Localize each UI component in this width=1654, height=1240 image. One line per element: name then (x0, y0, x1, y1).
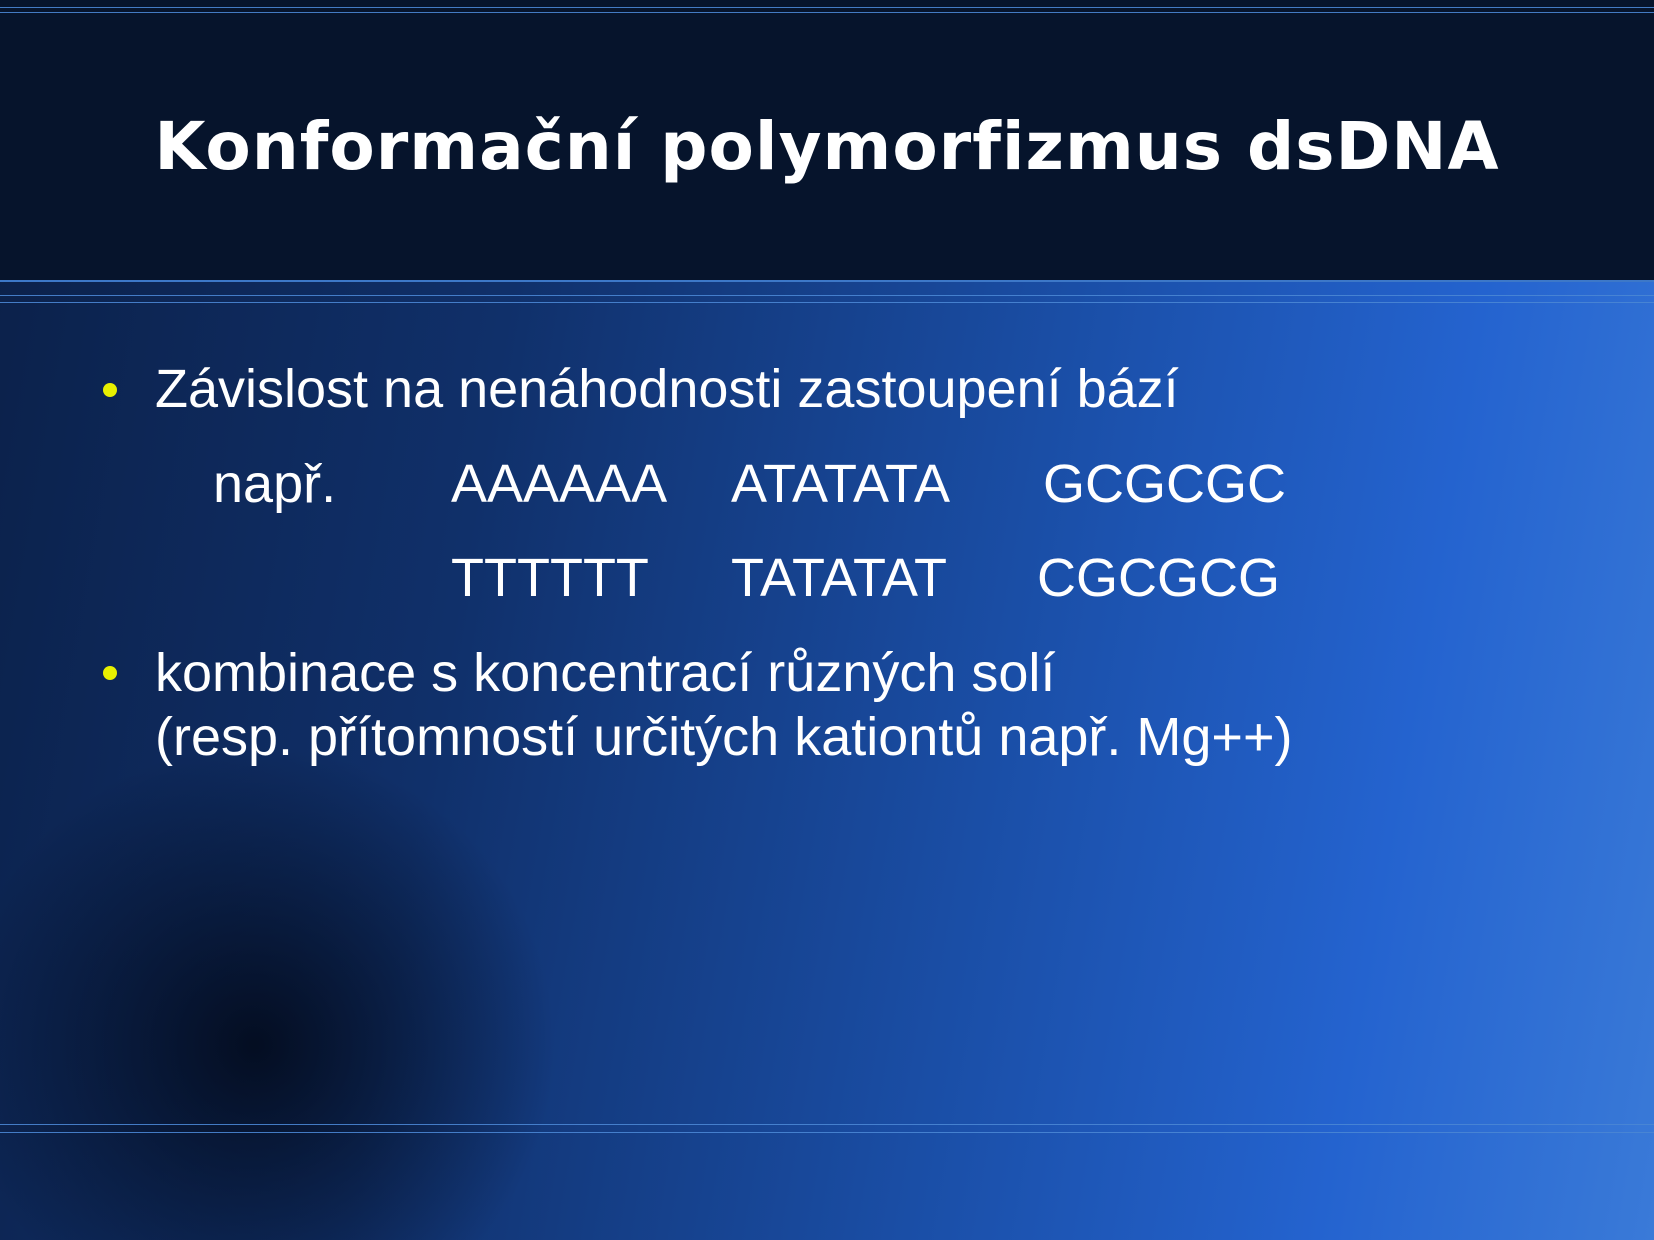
sequence-1-bottom: TTTTTT (451, 548, 649, 608)
bullet-2-line-2: (resp. přítomností určitých kationtů nap… (155, 707, 1293, 767)
sequence-2-top: ATATATA (731, 454, 950, 514)
title-divider-3 (0, 302, 1654, 303)
footer-rule-2 (0, 1132, 1654, 1133)
slide-title: Konformační polymorfizmus dsDNA (154, 108, 1500, 185)
bullet-marker-1 (103, 383, 117, 397)
top-rule-2 (0, 12, 1654, 13)
sequence-2-bottom: TATATAT (731, 548, 947, 608)
bullet-1-text: Závislost na nenáhodnosti zastoupení báz… (155, 359, 1179, 419)
top-rule (0, 7, 1654, 8)
bullet-2-line-1: kombinace s koncentrací různých solí (155, 643, 1056, 703)
title-divider-2 (0, 295, 1654, 296)
title-divider (0, 280, 1654, 282)
sequence-3-bottom: CGCGCG (1037, 548, 1280, 608)
example-label: např. (213, 454, 337, 514)
footer-rule (0, 1124, 1654, 1125)
sequence-1-top: AAAAAA (451, 454, 668, 514)
sequence-3-top: GCGCGC (1043, 454, 1286, 514)
slide: Konformační polymorfizmus dsDNA Závislos… (0, 0, 1654, 1240)
bullet-marker-2 (103, 666, 117, 680)
